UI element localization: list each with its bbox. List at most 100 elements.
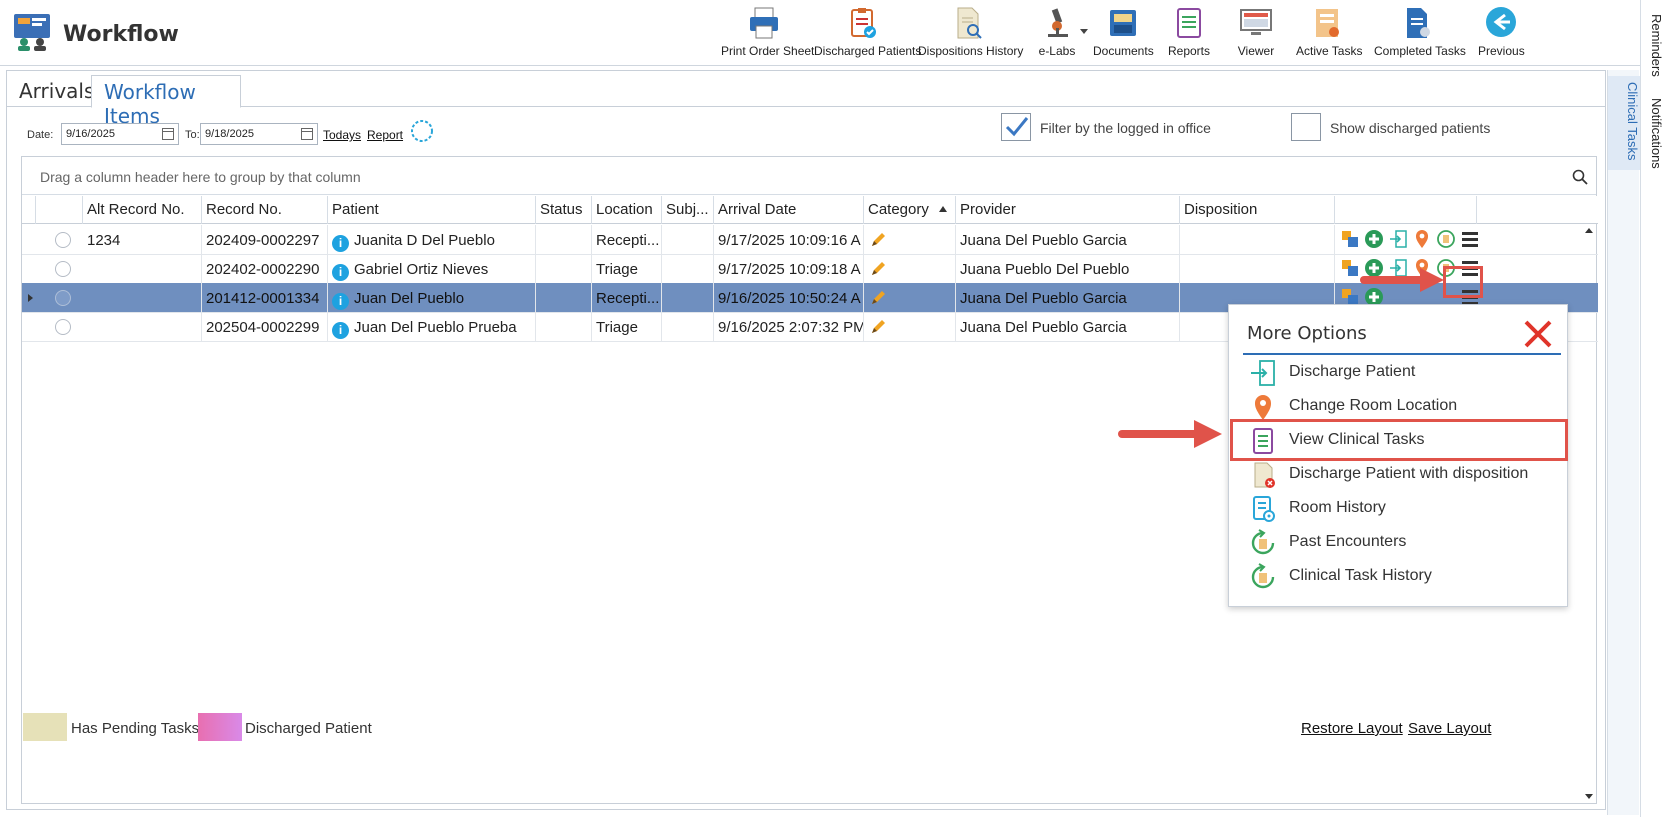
- workflow-icon[interactable]: [1340, 229, 1360, 249]
- completed-tasks-button[interactable]: Completed Tasks: [1374, 6, 1466, 62]
- discharge-icon: [1251, 360, 1275, 386]
- clinical-task-history-option[interactable]: Clinical Task History: [1249, 561, 1563, 593]
- active-tasks-icon: [1316, 9, 1339, 37]
- group-by-bar[interactable]: Drag a column header here to group by th…: [22, 157, 1596, 195]
- row-select-radio[interactable]: [55, 261, 71, 277]
- grid-header: Alt Record No. Record No. Patient Status…: [22, 196, 1598, 224]
- info-icon[interactable]: i: [332, 264, 349, 281]
- viewer-button[interactable]: Viewer: [1234, 6, 1278, 62]
- print-order-sheet-button[interactable]: Print Order Sheet: [721, 6, 814, 62]
- cell-arrival: 9/17/2025 10:09:16 A: [714, 225, 864, 255]
- cell-record: 202504-0002299: [202, 312, 328, 342]
- header-record[interactable]: Record No.: [202, 196, 328, 224]
- info-icon[interactable]: i: [332, 293, 349, 310]
- sort-ascending-icon: [939, 206, 947, 212]
- header-select: [36, 196, 83, 224]
- e-labs-dropdown-icon[interactable]: [1079, 28, 1089, 36]
- date-label: Date:: [27, 129, 54, 141]
- cell-category[interactable]: [864, 254, 956, 284]
- past-encounters-icon: [1251, 529, 1275, 555]
- popup-divider: [1243, 353, 1561, 355]
- calendar-icon[interactable]: [162, 128, 174, 140]
- reports-button[interactable]: Reports: [1166, 6, 1212, 62]
- close-icon[interactable]: [1523, 319, 1553, 349]
- folder-drawer-icon: [1110, 10, 1136, 36]
- cell-category[interactable]: [864, 312, 956, 342]
- active-tasks-button[interactable]: Active Tasks: [1296, 6, 1362, 62]
- row-select-radio[interactable]: [55, 290, 71, 306]
- workflow-logo-icon: [14, 14, 50, 51]
- info-icon[interactable]: i: [332, 322, 349, 339]
- past-encounters-icon[interactable]: [1436, 229, 1456, 249]
- header-disposition[interactable]: Disposition: [1180, 196, 1335, 224]
- back-arrow-icon: [1486, 7, 1516, 37]
- cell-category[interactable]: [864, 225, 956, 255]
- current-row-indicator: [28, 294, 33, 302]
- save-layout-link[interactable]: Save Layout: [1408, 720, 1491, 737]
- cell-provider: Juana Del Pueblo Garcia: [956, 312, 1180, 342]
- notifications-tab[interactable]: Notifications: [1649, 98, 1664, 169]
- header-indicator: [22, 196, 36, 224]
- page-title: Workflow: [63, 22, 179, 47]
- discharged-swatch: [198, 713, 242, 741]
- documents-button[interactable]: Documents: [1093, 6, 1154, 62]
- pointer-arrow-icon: [1118, 420, 1222, 448]
- pencil-icon[interactable]: [870, 261, 886, 277]
- dispositions-history-button[interactable]: Dispositions History: [918, 6, 1023, 62]
- search-icon[interactable]: [1572, 169, 1588, 185]
- header-location[interactable]: Location: [592, 196, 662, 224]
- cell-location: Recepti...: [592, 283, 662, 313]
- pencil-icon[interactable]: [870, 232, 886, 248]
- discharged-patients-button[interactable]: Discharged Patients: [814, 6, 921, 62]
- filter-logged-checkbox[interactable]: [1001, 113, 1031, 141]
- cell-subject: [662, 254, 714, 284]
- header-status[interactable]: Status: [536, 196, 592, 224]
- tab-strip: Arrivals Workflow Items: [7, 71, 1605, 128]
- workflow-icon[interactable]: [1340, 258, 1360, 278]
- row-select-radio[interactable]: [55, 319, 71, 335]
- date-to-field[interactable]: 9/18/2025: [200, 123, 318, 145]
- clinical-tasks-tab[interactable]: Clinical Tasks: [1608, 76, 1640, 170]
- header-patient[interactable]: Patient: [328, 196, 536, 224]
- cell-alt-record: [83, 283, 202, 313]
- cell-record: 202402-0002290: [202, 254, 328, 284]
- report-link[interactable]: Report: [367, 128, 403, 142]
- discharge-with-disposition-option[interactable]: Discharge Patient with disposition: [1249, 459, 1563, 491]
- header-actions: [1335, 196, 1477, 224]
- header-arrival-date[interactable]: Arrival Date: [714, 196, 864, 224]
- cell-patient: i Juan Del Pueblo: [328, 283, 536, 313]
- info-icon[interactable]: i: [332, 235, 349, 252]
- tab-workflow-items[interactable]: Workflow Items: [91, 75, 241, 128]
- past-encounters-option[interactable]: Past Encounters: [1249, 527, 1563, 559]
- reminders-tab[interactable]: Reminders: [1649, 14, 1664, 77]
- header-subject[interactable]: Subj...: [662, 196, 714, 224]
- show-discharged-checkbox[interactable]: [1291, 113, 1321, 141]
- pencil-icon[interactable]: [870, 290, 886, 306]
- date-from-field[interactable]: 9/16/2025: [61, 123, 179, 145]
- todays-link[interactable]: Todays: [323, 128, 361, 142]
- menu-icon[interactable]: [1460, 229, 1480, 249]
- show-discharged-label: Show discharged patients: [1330, 120, 1491, 136]
- cell-category[interactable]: [864, 283, 956, 313]
- row-select-radio[interactable]: [55, 232, 71, 248]
- pencil-icon[interactable]: [870, 319, 886, 335]
- location-pin-icon[interactable]: [1412, 229, 1432, 249]
- discharge-icon[interactable]: [1388, 229, 1408, 249]
- discharged-clipboard-icon: [851, 8, 876, 38]
- header-alt-record[interactable]: Alt Record No.: [83, 196, 202, 224]
- microscope-icon: [1048, 8, 1068, 37]
- cell-record: 202409-0002297: [202, 225, 328, 255]
- header-category[interactable]: Category: [864, 196, 956, 224]
- cell-arrival: 9/16/2025 10:50:24 A: [714, 283, 864, 313]
- room-history-option[interactable]: Room History: [1249, 493, 1563, 525]
- previous-button[interactable]: Previous: [1478, 6, 1525, 62]
- header-provider[interactable]: Provider: [956, 196, 1180, 224]
- cell-provider: Juana Del Pueblo Garcia: [956, 225, 1180, 255]
- calendar-icon[interactable]: [301, 128, 313, 140]
- add-icon[interactable]: [1364, 229, 1384, 249]
- refresh-icon[interactable]: [408, 117, 436, 145]
- row-actions: [1340, 229, 1480, 251]
- discharge-patient-option[interactable]: Discharge Patient: [1249, 357, 1563, 389]
- checkmark-icon: [1005, 117, 1029, 137]
- restore-layout-link[interactable]: Restore Layout: [1301, 720, 1403, 737]
